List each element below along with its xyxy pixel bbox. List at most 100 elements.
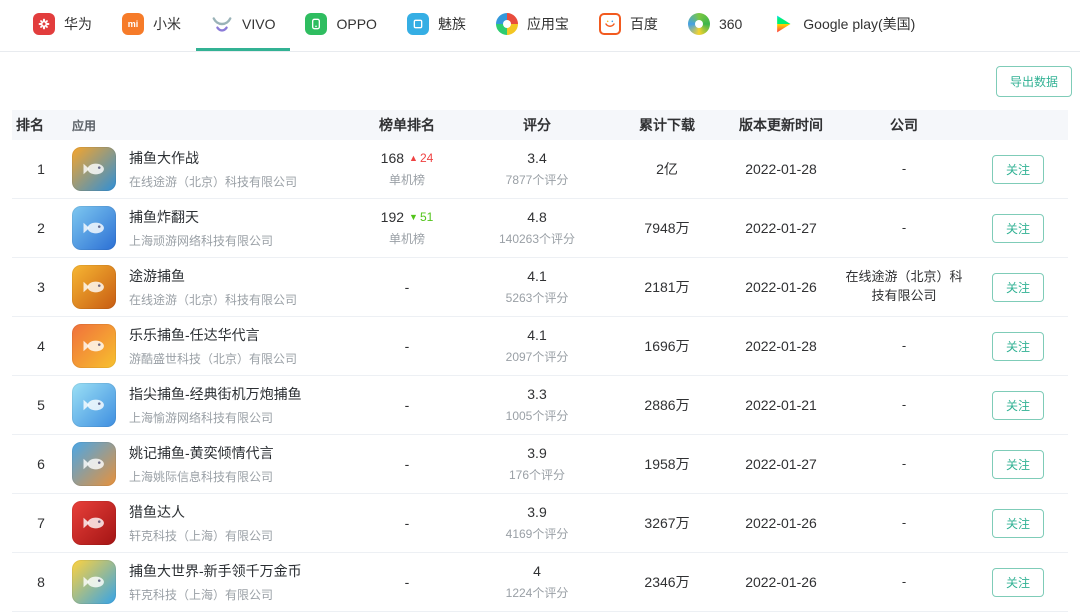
table-row: 6 姚记捕鱼-黄奕倾情代言 上海姚际信息科技有限公司 - 3.9 176个评分 … bbox=[12, 435, 1068, 494]
rating-count: 5263个评分 bbox=[466, 289, 608, 306]
app-developer: 游酷盛世科技（北京）有限公司 bbox=[129, 350, 297, 367]
rating-value: 4.8 bbox=[466, 209, 608, 225]
app-name[interactable]: 捕鱼大作战 bbox=[129, 148, 297, 168]
meizu-icon bbox=[407, 13, 429, 35]
app-name[interactable]: 捕鱼大世界-新手领千万金币 bbox=[129, 561, 302, 581]
downloads-value: 2181万 bbox=[612, 277, 722, 297]
rating-count: 2097个评分 bbox=[466, 348, 608, 365]
trend-up-icon: ▲ bbox=[409, 154, 418, 163]
app-name[interactable]: 指尖捕鱼-经典街机万炮捕鱼 bbox=[129, 384, 302, 404]
downloads-value: 7948万 bbox=[612, 218, 722, 238]
rank-value: 3 bbox=[12, 279, 70, 295]
app-icon bbox=[72, 324, 116, 368]
app-developer: 上海顽游网络科技有限公司 bbox=[129, 232, 273, 249]
app-name[interactable]: 乐乐捕鱼-任达华代言 bbox=[129, 325, 297, 345]
list-rank-value: 192 bbox=[381, 209, 404, 225]
tab-yingyongbao[interactable]: 应用宝 bbox=[481, 0, 584, 51]
list-rank-value: - bbox=[352, 456, 462, 472]
app-icon bbox=[72, 206, 116, 250]
tab-oppo-label: OPPO bbox=[336, 16, 376, 32]
baidu-icon bbox=[599, 13, 621, 35]
updated-value: 2022-01-27 bbox=[722, 456, 840, 472]
downloads-value: 2亿 bbox=[612, 159, 722, 179]
list-rank-value: - bbox=[352, 279, 462, 295]
oppo-icon bbox=[305, 13, 327, 35]
header-app: 应用 bbox=[70, 117, 352, 134]
follow-button[interactable]: 关注 bbox=[992, 391, 1044, 420]
store-tabbar: 华为 mi 小米 VIVO OPPO 魅族 bbox=[0, 0, 1080, 52]
tab-360-label: 360 bbox=[719, 16, 742, 32]
company-value: - bbox=[840, 219, 968, 238]
rank-value: 5 bbox=[12, 397, 70, 413]
tab-baidu[interactable]: 百度 bbox=[584, 0, 673, 51]
rank-value: 7 bbox=[12, 515, 70, 531]
list-rank-value: - bbox=[352, 338, 462, 354]
rating-count: 7877个评分 bbox=[466, 171, 608, 188]
app-name[interactable]: 姚记捕鱼-黄奕倾情代言 bbox=[129, 443, 274, 463]
tab-vivo[interactable]: VIVO bbox=[196, 0, 290, 51]
tab-googleplay[interactable]: Google play(美国) bbox=[757, 0, 930, 51]
tab-huawei-label: 华为 bbox=[64, 14, 92, 34]
trend-badge: ▲24 bbox=[409, 151, 433, 165]
company-value: - bbox=[840, 337, 968, 356]
list-type: 单机榜 bbox=[356, 230, 458, 247]
rating-value: 4 bbox=[466, 563, 608, 579]
tab-baidu-label: 百度 bbox=[630, 14, 658, 34]
updated-value: 2022-01-27 bbox=[722, 220, 840, 236]
rating-value: 3.9 bbox=[466, 445, 608, 461]
app-icon bbox=[72, 383, 116, 427]
tab-meizu[interactable]: 魅族 bbox=[392, 0, 481, 51]
follow-button[interactable]: 关注 bbox=[992, 155, 1044, 184]
toolbar: 导出数据 bbox=[0, 52, 1080, 110]
app-name[interactable]: 途游捕鱼 bbox=[129, 266, 297, 286]
rating-value: 4.1 bbox=[466, 268, 608, 284]
rating-count: 176个评分 bbox=[466, 466, 608, 483]
app-icon bbox=[72, 147, 116, 191]
tab-360[interactable]: 360 bbox=[673, 0, 757, 51]
header-downloads: 累计下载 bbox=[612, 115, 722, 135]
tab-meizu-label: 魅族 bbox=[438, 14, 466, 34]
header-company: 公司 bbox=[840, 115, 968, 135]
table-row: 3 途游捕鱼 在线途游（北京）科技有限公司 - 4.1 5263个评分 2181… bbox=[12, 258, 1068, 317]
rating-value: 3.3 bbox=[466, 386, 608, 402]
trend-change-value: 24 bbox=[420, 151, 433, 165]
table-row: 7 猎鱼达人 轩克科技（上海）有限公司 - 3.9 4169个评分 3267万 … bbox=[12, 494, 1068, 553]
company-value: - bbox=[840, 160, 968, 179]
company-value: - bbox=[840, 396, 968, 415]
tab-huawei[interactable]: 华为 bbox=[18, 0, 107, 51]
tab-xiaomi[interactable]: mi 小米 bbox=[107, 0, 196, 51]
follow-button[interactable]: 关注 bbox=[992, 509, 1044, 538]
app-developer: 在线途游（北京）科技有限公司 bbox=[129, 291, 297, 308]
header-list-rank: 榜单排名 bbox=[352, 115, 462, 135]
list-type: 单机榜 bbox=[356, 171, 458, 188]
app-icon bbox=[72, 501, 116, 545]
company-value: - bbox=[840, 514, 968, 533]
rank-value: 6 bbox=[12, 456, 70, 472]
updated-value: 2022-01-26 bbox=[722, 574, 840, 590]
company-value: - bbox=[840, 455, 968, 474]
tab-googleplay-label: Google play(美国) bbox=[803, 14, 915, 34]
downloads-value: 2886万 bbox=[612, 395, 722, 415]
table-row: 8 捕鱼大世界-新手领千万金币 轩克科技（上海）有限公司 - 4 1224个评分… bbox=[12, 553, 1068, 612]
app-developer: 上海姚际信息科技有限公司 bbox=[129, 468, 274, 485]
huawei-icon bbox=[33, 13, 55, 35]
rank-value: 4 bbox=[12, 338, 70, 354]
follow-button[interactable]: 关注 bbox=[992, 568, 1044, 597]
table-row: 4 乐乐捕鱼-任达华代言 游酷盛世科技（北京）有限公司 - 4.1 2097个评… bbox=[12, 317, 1068, 376]
rating-count: 140263个评分 bbox=[466, 230, 608, 247]
follow-button[interactable]: 关注 bbox=[992, 273, 1044, 302]
export-data-button[interactable]: 导出数据 bbox=[996, 66, 1072, 97]
app-name[interactable]: 捕鱼炸翻天 bbox=[129, 207, 273, 227]
follow-button[interactable]: 关注 bbox=[992, 214, 1044, 243]
yingyongbao-icon bbox=[496, 13, 518, 35]
rating-value: 4.1 bbox=[466, 327, 608, 343]
table-row: 5 指尖捕鱼-经典街机万炮捕鱼 上海愉游网络科技有限公司 - 3.3 1005个… bbox=[12, 376, 1068, 435]
tab-vivo-label: VIVO bbox=[242, 16, 275, 32]
tab-oppo[interactable]: OPPO bbox=[290, 0, 391, 51]
trend-down-icon: ▼ bbox=[409, 213, 418, 222]
updated-value: 2022-01-26 bbox=[722, 515, 840, 531]
table-row: 2 捕鱼炸翻天 上海顽游网络科技有限公司 192 ▼51 单机榜 4.8 140… bbox=[12, 199, 1068, 258]
follow-button[interactable]: 关注 bbox=[992, 332, 1044, 361]
app-name[interactable]: 猎鱼达人 bbox=[129, 502, 273, 522]
follow-button[interactable]: 关注 bbox=[992, 450, 1044, 479]
